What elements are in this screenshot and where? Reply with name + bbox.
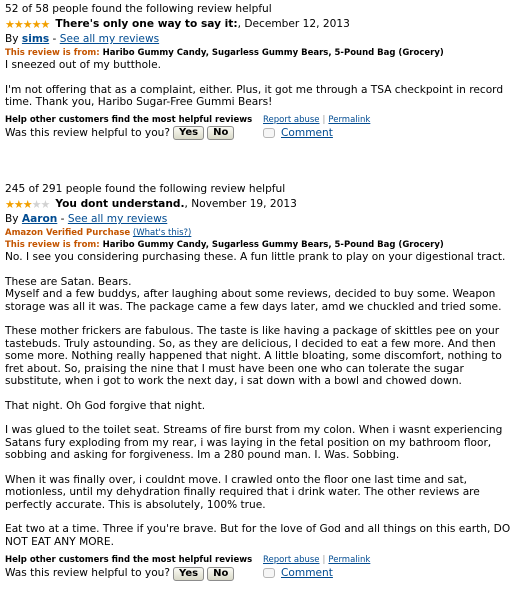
star-filled-icon: ★ [5, 197, 15, 211]
star-filled-icon: ★ [13, 197, 24, 211]
review-body: No. I see you considering purchasing the… [5, 251, 513, 548]
byline: By Aaron - See all my reviews [5, 213, 168, 225]
star-filled-icon: ★ [5, 17, 15, 31]
star-rating: ★ ★ ★ ★ ★ [5, 17, 51, 31]
see-all-reviews-link[interactable]: See all my reviews [68, 213, 167, 225]
by-label: By [5, 33, 22, 45]
yes-button[interactable]: Yes [173, 126, 205, 140]
review-paragraph: I sneezed out of my butthole. [5, 59, 161, 71]
review-paragraph: These are Satan. Bears. [5, 275, 132, 288]
review-paragraph: No. I see you considering purchasing the… [5, 251, 506, 263]
vote-row: Was this review helpful to you? Yes No [5, 566, 235, 581]
comment-icon [263, 568, 275, 579]
review-footer: Help other customers find the most helpf… [5, 114, 513, 142]
review-actions: Report abuse | Permalink [263, 555, 371, 565]
see-all-reviews-link[interactable]: See all my reviews [60, 33, 159, 45]
review-1: 52 of 58 people found the following revi… [5, 2, 513, 142]
review-2: 245 of 291 people found the following re… [5, 182, 513, 582]
report-abuse-link[interactable]: Report abuse [263, 555, 320, 565]
review-paragraph: Myself and a few buddys, after laughing … [5, 288, 502, 313]
review-actions: Report abuse | Permalink [263, 114, 371, 125]
source-label: This review is from: [5, 240, 103, 250]
star-empty-icon: ★ [40, 197, 51, 211]
star-filled-icon: ★ [13, 17, 24, 31]
review-paragraph: When it was finally over, i couldnt move… [5, 473, 480, 511]
vote-row: Was this review helpful to you? Yes No [5, 126, 235, 141]
permalink-link[interactable]: Permalink [328, 115, 370, 125]
verified-label: Amazon Verified Purchase [5, 228, 131, 238]
star-empty-icon: ★ [31, 197, 42, 211]
comment-icon [263, 127, 275, 138]
review-body: I sneezed out of my butthole. I'm not of… [5, 59, 513, 109]
author-link[interactable]: Aaron [22, 213, 57, 225]
star-filled-icon: ★ [31, 17, 42, 31]
help-question: Help other customers find the most helpf… [5, 114, 253, 125]
review-title-row: ★ ★ ★ ★ ★ There's only one way to say it… [5, 16, 513, 32]
by-label: By [5, 213, 22, 225]
helpful-count: 52 of 58 people found the following revi… [5, 3, 272, 15]
review-title: There's only one way to say it: [55, 18, 238, 30]
review-paragraph: I was glued to the toilet seat. Streams … [5, 424, 503, 461]
review-paragraph: These mother frickers are fabulous. The … [5, 325, 502, 387]
yes-button[interactable]: Yes [173, 566, 205, 581]
review-footer: Help other customers find the most helpf… [5, 554, 513, 582]
help-question: Help other customers find the most helpf… [5, 555, 253, 565]
star-rating: ★ ★ ★ ★ ★ [5, 197, 51, 211]
vote-prompt: Was this review helpful to you? [5, 126, 171, 139]
review-title-row: ★ ★ ★ ★ ★ You dont understand. , Novembe… [5, 196, 513, 212]
whats-this-link[interactable]: (What's this?) [133, 228, 191, 238]
review-date: , November 19, 2013 [184, 198, 297, 210]
product-name: Haribo Gummy Candy, Sugarless Gummy Bear… [102, 48, 444, 58]
no-button[interactable]: No [207, 566, 235, 581]
comment-link[interactable]: Comment [281, 567, 333, 580]
review-source: This review is from: Haribo Gummy Candy,… [5, 239, 513, 251]
product-name: Haribo Gummy Candy, Sugarless Gummy Bear… [102, 240, 444, 250]
comment-link[interactable]: Comment [281, 127, 333, 140]
permalink-link[interactable]: Permalink [328, 555, 370, 565]
review-source: This review is from: Haribo Gummy Candy,… [5, 47, 513, 59]
review-date: , December 12, 2013 [237, 18, 350, 30]
star-filled-icon: ★ [22, 197, 33, 211]
vote-prompt: Was this review helpful to you? [5, 567, 171, 579]
comment-control: Comment [263, 567, 333, 580]
source-label: This review is from: [5, 48, 103, 58]
no-button[interactable]: No [207, 126, 235, 140]
report-abuse-link[interactable]: Report abuse [263, 115, 320, 125]
byline: By sims - See all my reviews [5, 33, 160, 45]
review-paragraph: I'm not offering that as a complaint, ei… [5, 83, 504, 109]
star-filled-icon: ★ [40, 17, 51, 31]
comment-control: Comment [263, 127, 333, 140]
author-link[interactable]: sims [22, 33, 49, 45]
review-paragraph: Eat two at a time. Three if you're brave… [5, 523, 511, 548]
verified-purchase: Amazon Verified Purchase (What's this?) [5, 227, 513, 239]
helpful-count: 245 of 291 people found the following re… [5, 183, 286, 195]
star-filled-icon: ★ [22, 17, 33, 31]
review-paragraph: That night. Oh God forgive that night. [5, 399, 206, 412]
review-title: You dont understand. [55, 198, 185, 210]
